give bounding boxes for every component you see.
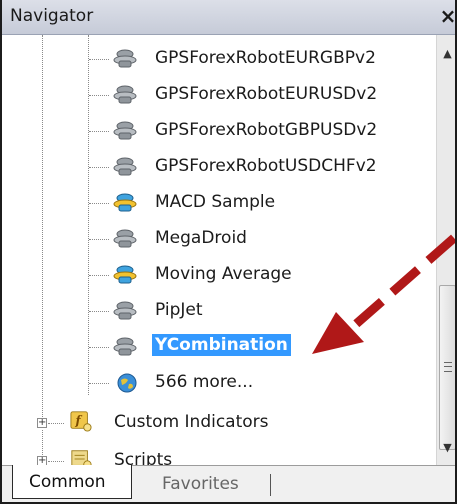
tree-item-label: Moving Average xyxy=(155,264,292,284)
script-folder-icon xyxy=(71,450,92,465)
expert-advisor-blue-icon xyxy=(113,193,137,212)
tree-item-label: GPSForexRobotUSDCHFv2 xyxy=(155,156,377,176)
expert-advisor-gray-icon xyxy=(113,121,137,140)
tree-folder-label: Custom Indicators xyxy=(114,412,269,432)
tab-label: Common xyxy=(29,472,106,492)
scroll-thumb[interactable] xyxy=(439,285,455,450)
tree-item-label: 566 more... xyxy=(155,372,254,392)
tree-item-gpsforexroboteurgbpv2[interactable]: GPSForexRobotEURGBPv2 xyxy=(4,43,436,77)
tree-item-gpsforexrobotusdchfv2[interactable]: GPSForexRobotUSDCHFv2 xyxy=(4,151,436,185)
tree-item-label: PipJet xyxy=(155,300,203,320)
tree-folder-scripts[interactable]: + Scripts xyxy=(4,445,436,465)
expert-advisor-gray-icon xyxy=(113,337,137,356)
tree-folder-custom-indicators[interactable]: + f Custom Indicators xyxy=(4,407,436,441)
tree-item-label: MACD Sample xyxy=(155,192,276,212)
navigator-tree: GPSForexRobotEURGBPv2 GPSForexRobotEURUS… xyxy=(4,35,436,465)
grip-icon xyxy=(444,362,452,372)
expert-advisor-blue-icon xyxy=(113,265,137,284)
expert-advisor-gray-icon xyxy=(113,229,137,248)
tab-divider xyxy=(270,474,271,496)
globe-icon xyxy=(117,373,137,393)
tree-item-pipjet[interactable]: PipJet xyxy=(4,295,436,329)
vertical-scrollbar[interactable]: ▲ ▼ xyxy=(436,35,455,465)
tree-item-more[interactable]: 566 more... xyxy=(4,367,436,401)
tree-folder-label: Scripts xyxy=(114,450,173,465)
tree-item-macd-sample[interactable]: MACD Sample xyxy=(4,187,436,221)
tab-common[interactable]: Common xyxy=(12,465,132,499)
scroll-up-arrow-icon[interactable]: ▲ xyxy=(437,43,455,65)
tab-bar: Common Favorites xyxy=(2,465,455,502)
tree-item-label-selected: YCombination xyxy=(152,334,291,356)
expand-toggle-icon[interactable]: + xyxy=(37,418,47,428)
tree-item-label: GPSForexRobotGBPUSDv2 xyxy=(155,120,378,140)
expert-advisor-gray-icon xyxy=(113,49,137,68)
scroll-down-arrow-icon[interactable]: ▼ xyxy=(437,437,455,459)
tree-item-ycombination[interactable]: YCombination xyxy=(4,331,436,365)
tree-item-label: GPSForexRobotEURGBPv2 xyxy=(155,48,376,68)
tree-item-label: GPSForexRobotEURUSDv2 xyxy=(155,84,378,104)
function-folder-icon: f xyxy=(70,411,92,432)
tree-item-megadroid[interactable]: MegaDroid xyxy=(4,223,436,257)
close-icon[interactable]: × xyxy=(439,4,455,28)
expert-advisor-gray-icon xyxy=(113,157,137,176)
tab-favorites[interactable]: Favorites xyxy=(162,474,239,494)
panel-title: Navigator xyxy=(10,6,94,26)
panel-titlebar: Navigator × xyxy=(2,0,455,35)
tree-item-moving-average[interactable]: Moving Average xyxy=(4,259,436,293)
expert-advisor-gray-icon xyxy=(113,301,137,320)
navigator-panel: Navigator × GPSForexRobotEURGBPv2 GPSFor… xyxy=(0,0,457,504)
expert-advisor-gray-icon xyxy=(113,85,137,104)
tree-item-gpsforexrobotgbpusdv2[interactable]: GPSForexRobotGBPUSDv2 xyxy=(4,115,436,149)
expand-toggle-icon[interactable]: + xyxy=(37,456,47,465)
tree-item-label: MegaDroid xyxy=(155,228,247,248)
tree-item-gpsforexroboteurusdv2[interactable]: GPSForexRobotEURUSDv2 xyxy=(4,79,436,113)
